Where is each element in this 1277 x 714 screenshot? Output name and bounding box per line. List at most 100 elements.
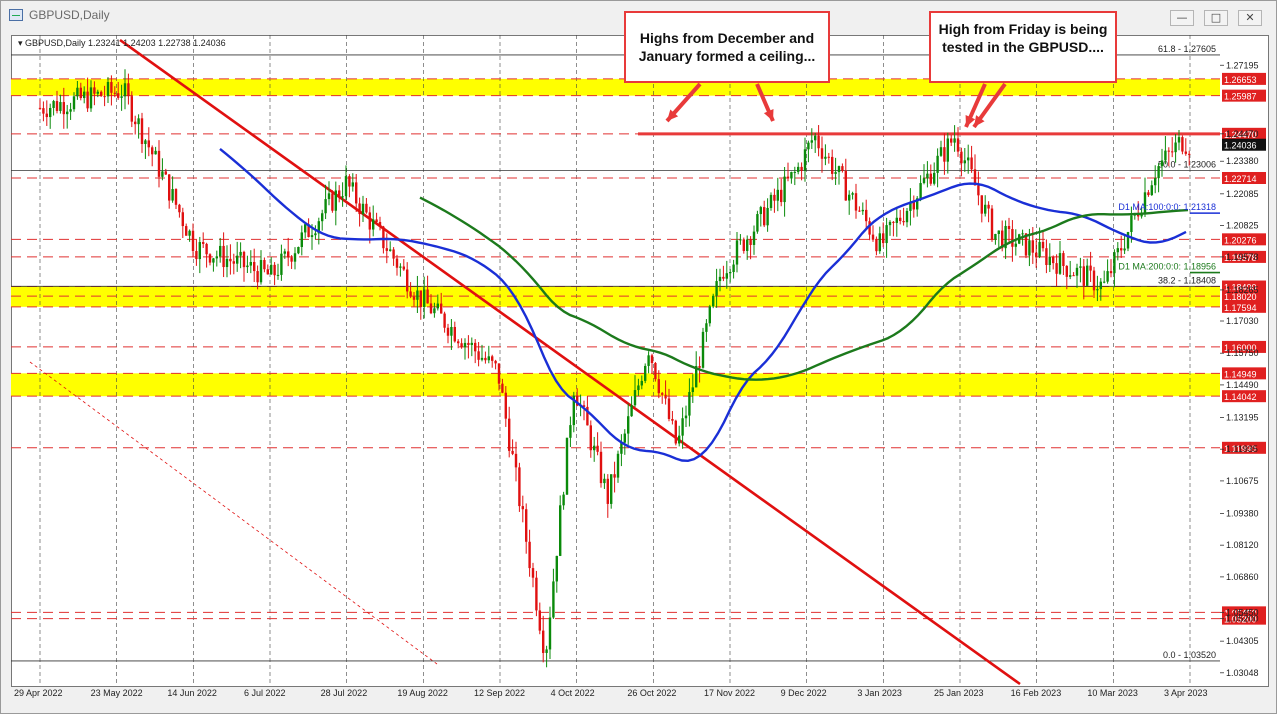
- candle-body-13: [83, 91, 86, 99]
- candle-body-125: [463, 342, 467, 348]
- candle-body-9: [69, 109, 72, 112]
- candle-body-306: [1079, 266, 1082, 268]
- candle-body-231: [824, 156, 827, 159]
- candle-body-154: [562, 494, 565, 506]
- candle-body-308: [1086, 265, 1089, 286]
- candle-body-110: [412, 296, 416, 300]
- candle-body-278: [984, 204, 987, 214]
- candle-body-170: [616, 453, 620, 478]
- candle-body-209: [749, 239, 752, 245]
- candle-body-55: [225, 258, 229, 268]
- candle-body-40: [174, 189, 178, 205]
- xtick-label-5: 19 Aug 2022: [397, 688, 448, 698]
- candle-body-229: [817, 135, 820, 149]
- candle-body-335: [1177, 137, 1181, 143]
- candle-body-326: [1147, 192, 1150, 196]
- candle-body-133: [491, 356, 494, 361]
- candle-body-21: [110, 81, 113, 93]
- candle-body-124: [460, 343, 463, 348]
- candle-body-264: [936, 155, 939, 173]
- candle-body-311: [1096, 289, 1099, 291]
- candle-body-61: [246, 265, 249, 268]
- candle-body-172: [623, 433, 626, 443]
- candle-body-62: [249, 261, 252, 266]
- candle-body-16: [93, 87, 96, 94]
- candle-body-105: [395, 258, 399, 268]
- candle-body-131: [484, 357, 487, 361]
- candle-body-205: [735, 240, 739, 265]
- candle-body-118: [440, 303, 443, 314]
- candle-body-336: [1181, 137, 1184, 152]
- candle-body-253: [899, 217, 902, 222]
- candle-body-319: [1123, 248, 1126, 251]
- ytick-label-3: 1.22085: [1226, 189, 1259, 199]
- candle-body-83: [321, 213, 324, 222]
- support-zone-1: [11, 286, 1220, 307]
- xtick-label-3: 6 Jul 2022: [244, 688, 286, 698]
- candle-body-294: [1038, 241, 1041, 257]
- candle-body-84: [324, 199, 327, 214]
- candle-body-272: [963, 160, 966, 164]
- candle-body-197: [708, 306, 711, 324]
- candle-body-67: [266, 269, 269, 275]
- xtick-label-9: 17 Nov 2022: [704, 688, 755, 698]
- candle-body-2: [45, 113, 48, 118]
- ytick-label-19: 1.03048: [1226, 668, 1259, 678]
- candle-body-15: [89, 87, 93, 109]
- candle-body-332: [1167, 150, 1170, 152]
- candle-body-268: [950, 138, 953, 143]
- ma-label-1: D1 MA:200:0:0: 1.18956: [1118, 262, 1216, 272]
- candle-body-58: [236, 255, 239, 264]
- candle-body-321: [1130, 215, 1133, 233]
- candle-body-81: [314, 233, 317, 236]
- candle-body-184: [664, 394, 667, 399]
- candle-body-222: [793, 171, 796, 173]
- xtick-label-10: 9 Dec 2022: [781, 688, 827, 698]
- candle-body-78: [304, 224, 307, 233]
- candle-body-261: [926, 173, 929, 179]
- trend-line: [119, 38, 1021, 686]
- price-chart[interactable]: 1.26653 1.25987 1.24470 1.22714 1.20276 1.195…: [0, 0, 1277, 714]
- candle-body-91: [348, 176, 351, 187]
- candle-body-148: [542, 630, 545, 653]
- candle-body-280: [990, 208, 994, 240]
- candle-body-191: [688, 392, 691, 416]
- ytick-label-18: 1.04305: [1226, 636, 1259, 646]
- candle-body-316: [1113, 252, 1116, 274]
- candle-body-59: [239, 251, 242, 256]
- candle-body-57: [232, 261, 235, 264]
- candle-body-30: [140, 118, 144, 145]
- level-label-3: 1.22714: [1224, 174, 1257, 184]
- candle-body-331: [1164, 150, 1167, 161]
- candle-body-33: [151, 147, 154, 155]
- candle-body-252: [895, 217, 898, 223]
- candle-body-145: [531, 568, 535, 578]
- candle-body-266: [943, 147, 946, 162]
- candle-body-240: [854, 193, 858, 211]
- candle-body-276: [977, 185, 980, 196]
- candle-body-188: [678, 435, 681, 444]
- candle-body-64: [256, 271, 259, 283]
- candle-body-29: [137, 118, 140, 125]
- ytick-label-10: 1.13195: [1226, 412, 1259, 422]
- candle-body-208: [746, 239, 749, 251]
- candle-body-246: [875, 239, 878, 252]
- candle-body-203: [729, 272, 732, 274]
- candle-body-75: [293, 253, 297, 262]
- candle-body-150: [548, 617, 552, 650]
- ytick-label-5: 1.19578: [1226, 252, 1259, 262]
- candle-body-223: [797, 166, 800, 172]
- candle-body-20: [106, 81, 110, 97]
- candle-body-312: [1099, 281, 1102, 290]
- candle-body-32: [147, 140, 150, 148]
- candle-body-227: [810, 140, 813, 143]
- candle-body-136: [501, 383, 504, 393]
- fib-label-1: 50.0 - 1.23006: [1158, 160, 1216, 170]
- level-label-8: 1.17594: [1224, 303, 1257, 313]
- candle-body-318: [1120, 248, 1123, 251]
- candle-body-0: [38, 107, 42, 109]
- candle-body-80: [310, 235, 314, 237]
- candle-body-104: [392, 249, 395, 259]
- candle-body-41: [178, 204, 181, 213]
- candle-body-180: [650, 355, 654, 364]
